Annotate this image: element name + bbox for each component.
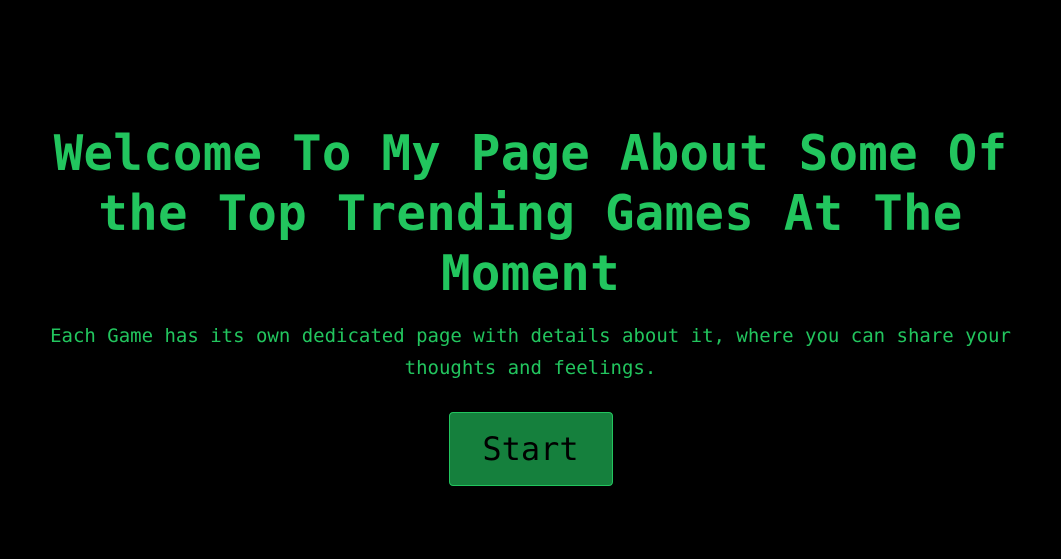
page-title: Welcome To My Page About Some Of the Top… [53, 125, 1008, 302]
hero-section: Welcome To My Page About Some Of the Top… [0, 0, 1061, 559]
page-subtitle: Each Game has its own dedicated page wit… [50, 325, 1011, 379]
start-button[interactable]: Start [448, 412, 613, 486]
